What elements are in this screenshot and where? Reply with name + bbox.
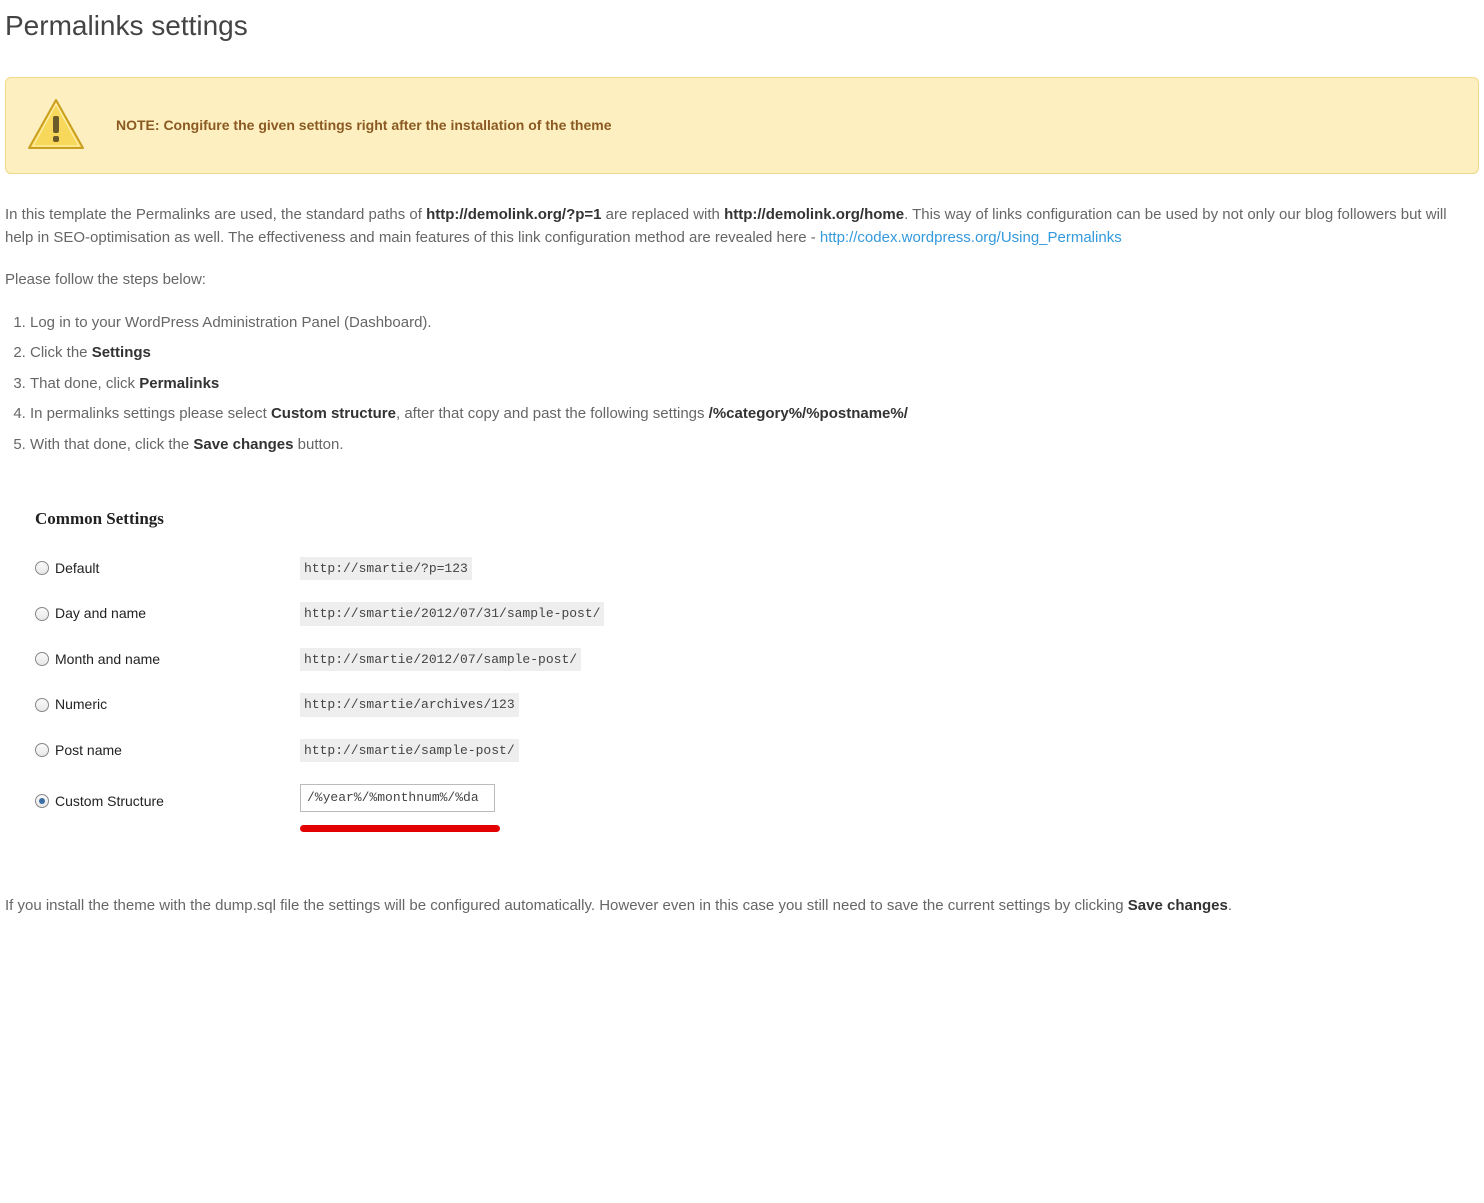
- value-day-name: http://smartie/2012/07/31/sample-post/: [300, 602, 604, 626]
- custom-structure-input[interactable]: /%year%/%monthnum%/%da: [300, 784, 495, 812]
- intro-part1: In this template the Permalinks are used…: [5, 206, 426, 223]
- label-custom-structure: Custom Structure: [55, 791, 164, 812]
- setting-row-custom: Custom Structure /%year%/%monthnum%/%da: [35, 784, 925, 818]
- setting-row-month-name: Month and name http://smartie/2012/07/sa…: [35, 648, 925, 672]
- outro-paragraph: If you install the theme with the dump.s…: [5, 895, 1479, 918]
- intro-paragraph: In this template the Permalinks are used…: [5, 204, 1479, 249]
- step-1: Log in to your WordPress Administration …: [30, 312, 1479, 335]
- label-post-name: Post name: [55, 740, 122, 761]
- radio-numeric[interactable]: [35, 698, 49, 712]
- value-default: http://smartie/?p=123: [300, 557, 472, 581]
- radio-default[interactable]: [35, 561, 49, 575]
- radio-day-name[interactable]: [35, 607, 49, 621]
- value-month-name: http://smartie/2012/07/sample-post/: [300, 648, 581, 672]
- intro-url2: http://demolink.org/home: [724, 206, 904, 223]
- page-title: Permalinks settings: [5, 5, 1479, 47]
- value-numeric: http://smartie/archives/123: [300, 693, 519, 717]
- value-post-name: http://smartie/sample-post/: [300, 739, 519, 763]
- step-4: In permalinks settings please select Cus…: [30, 403, 1479, 426]
- step-3: That done, click Permalinks: [30, 373, 1479, 396]
- note-box: NOTE: Congifure the given settings right…: [5, 77, 1479, 174]
- setting-row-numeric: Numeric http://smartie/archives/123: [35, 693, 925, 717]
- codex-link[interactable]: http://codex.wordpress.org/Using_Permali…: [820, 229, 1122, 246]
- permalinks-screenshot: Common Settings Default http://smartie/?…: [5, 486, 955, 870]
- intro-url1: http://demolink.org/?p=1: [426, 206, 601, 223]
- label-default: Default: [55, 558, 99, 579]
- common-settings-heading: Common Settings: [35, 506, 925, 532]
- highlight-underline: [300, 825, 500, 832]
- warning-icon: [26, 98, 86, 153]
- radio-post-name[interactable]: [35, 743, 49, 757]
- radio-month-name[interactable]: [35, 652, 49, 666]
- label-month-name: Month and name: [55, 649, 160, 670]
- setting-row-day-name: Day and name http://smartie/2012/07/31/s…: [35, 602, 925, 626]
- note-text: NOTE: Congifure the given settings right…: [116, 115, 611, 136]
- step-5: With that done, click the Save changes b…: [30, 434, 1479, 457]
- label-day-name: Day and name: [55, 603, 146, 624]
- follow-text: Please follow the steps below:: [5, 269, 1479, 292]
- intro-part2: are replaced with: [602, 206, 725, 223]
- setting-row-post-name: Post name http://smartie/sample-post/: [35, 739, 925, 763]
- step-2: Click the Settings: [30, 342, 1479, 365]
- radio-custom-structure[interactable]: [35, 794, 49, 808]
- label-numeric: Numeric: [55, 694, 107, 715]
- setting-row-default: Default http://smartie/?p=123: [35, 557, 925, 581]
- steps-list: Log in to your WordPress Administration …: [30, 312, 1479, 457]
